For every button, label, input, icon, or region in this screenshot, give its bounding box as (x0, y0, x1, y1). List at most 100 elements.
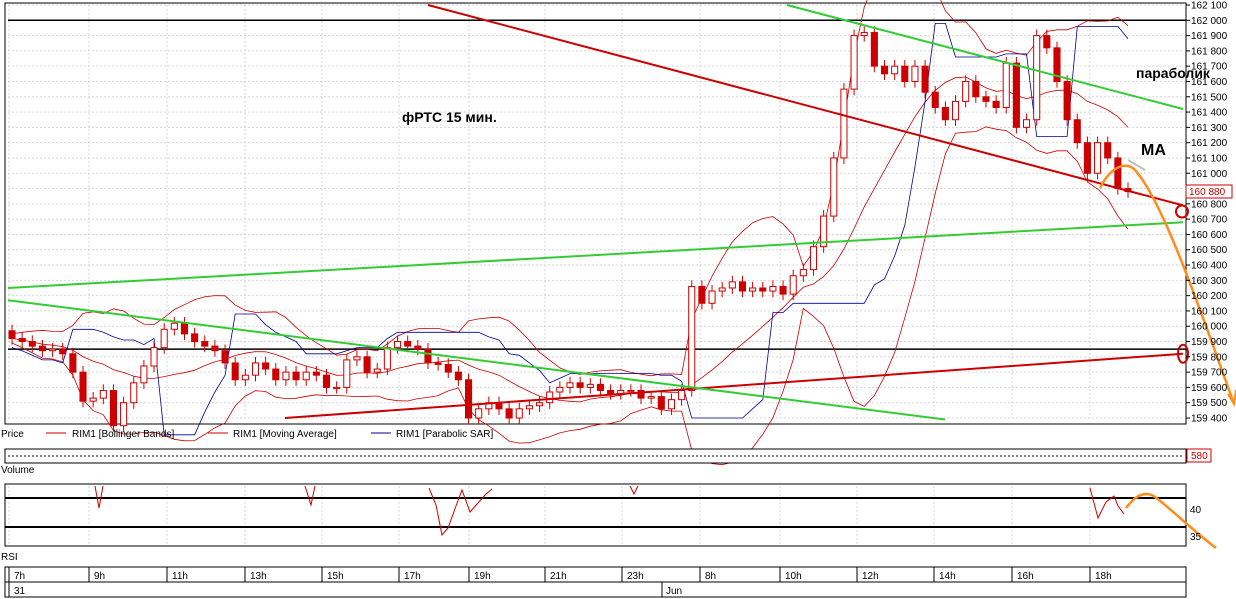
chart-canvas: 159 400 159 500 159 600 159 700 159 800 159 9… (1, 0, 1236, 598)
candle-down (109, 389, 117, 427)
candle-up (911, 65, 919, 82)
price-tick-label: 162 000 (1191, 16, 1228, 27)
candle-up (850, 35, 858, 90)
candle-up (891, 65, 899, 75)
candle-up (688, 285, 696, 391)
price-tick-label: 161 200 (1191, 138, 1228, 149)
candle-up (241, 374, 249, 381)
candle-down (191, 333, 199, 343)
time-tick-label: 17h (404, 571, 421, 582)
candle-down (180, 322, 189, 335)
price-tick-label: 159 400 (1191, 414, 1228, 425)
date-label: Jun (666, 586, 682, 597)
candle-up (130, 382, 138, 404)
legend: Price RIM1 [Bollinger Bands] RIM1 [Movin… (1, 429, 493, 440)
candle-up (718, 287, 726, 292)
price-tick-label: 160 800 (1191, 199, 1228, 210)
legend-parabolic-sar: RIM1 [Parabolic SAR] (396, 429, 493, 440)
candle-down (596, 383, 604, 391)
candle-up (515, 408, 523, 419)
price-tick-label: 161 300 (1191, 123, 1228, 134)
legend-bollinger: RIM1 [Bollinger Bands] (72, 429, 174, 440)
candle-up (962, 80, 970, 102)
price-tick-label: 160 100 (1191, 306, 1228, 317)
candle-down (941, 106, 949, 121)
candle-down (505, 408, 513, 419)
candle-down (292, 371, 300, 381)
candle-up (566, 382, 574, 388)
candle-up (251, 362, 260, 376)
candle-up (1002, 62, 1010, 108)
candle-up (789, 275, 797, 295)
time-tick-label: 7h (14, 571, 25, 582)
price-tick-label: 161 400 (1191, 108, 1228, 119)
legend-moving-average: RIM1 [Moving Average] (233, 429, 337, 440)
candle-up (1023, 119, 1031, 128)
candle-down (1063, 80, 1071, 121)
candle-up (667, 399, 675, 410)
candle-down (424, 348, 432, 364)
candle-down (38, 345, 46, 352)
candle-down (698, 285, 706, 304)
candle-down (870, 32, 878, 67)
price-tick-label: 159 600 (1191, 383, 1228, 394)
annotation-parabolic: параболик (1136, 65, 1211, 81)
price-tick-label: 161 100 (1191, 153, 1228, 164)
time-tick-label: 8h (705, 571, 716, 582)
candle-up (383, 347, 391, 370)
candle-up (1033, 35, 1041, 121)
candle-up (140, 365, 148, 384)
candle-down (607, 389, 615, 395)
rsi-label: RSI (1, 552, 18, 563)
date-label: 31 (14, 586, 26, 597)
candle-up (49, 348, 57, 352)
candle-up (678, 389, 686, 401)
candle-up (475, 408, 483, 419)
candle-up (302, 371, 310, 381)
candle-up (769, 285, 777, 292)
time-tick-label: 16h (1017, 571, 1034, 582)
candle-down (18, 337, 26, 343)
candle-down (982, 96, 990, 102)
volume-value: 580 (1191, 451, 1208, 462)
candle-down (921, 65, 929, 93)
candle-down (779, 285, 787, 295)
candle-down (201, 341, 209, 347)
rsi-tick-40: 40 (1190, 505, 1202, 516)
candle-up (1094, 142, 1102, 174)
rsi-tick-35: 35 (1190, 532, 1202, 543)
candle-down (759, 287, 767, 292)
last-price-label: 160 880 (1189, 187, 1226, 198)
candle-up (353, 356, 361, 361)
time-tick-label: 18h (1095, 571, 1112, 582)
candle-up (840, 88, 848, 159)
candle-down (69, 353, 77, 373)
time-tick-label: 14h (939, 571, 956, 582)
candle-up (525, 405, 533, 410)
price-tick-label: 159 700 (1191, 368, 1228, 379)
candle-up (951, 100, 960, 121)
candle-down (322, 374, 331, 388)
price-tick-label: 160 600 (1191, 230, 1228, 241)
price-tick-label: 160 300 (1191, 276, 1228, 287)
candle-up (150, 347, 158, 367)
candle-down (28, 341, 36, 347)
candle-down (272, 368, 280, 381)
candle-up (809, 246, 818, 271)
candle-down (880, 65, 889, 75)
price-tick-label: 160 400 (1191, 261, 1228, 272)
candle-down (8, 330, 16, 339)
candle-down (79, 371, 87, 402)
candle-down (1104, 142, 1112, 159)
candle-up (333, 386, 341, 390)
time-tick-label: 9h (94, 571, 105, 582)
candle-up (120, 402, 128, 427)
candle-up (536, 402, 544, 407)
candle-down (1043, 35, 1051, 49)
candle-down (59, 348, 67, 355)
price-tick-label: 159 500 (1191, 398, 1228, 409)
candle-down (404, 341, 412, 347)
chart-title: фРТС 15 мин. (402, 109, 497, 125)
candle-down (576, 382, 584, 388)
candle-up (343, 359, 351, 388)
